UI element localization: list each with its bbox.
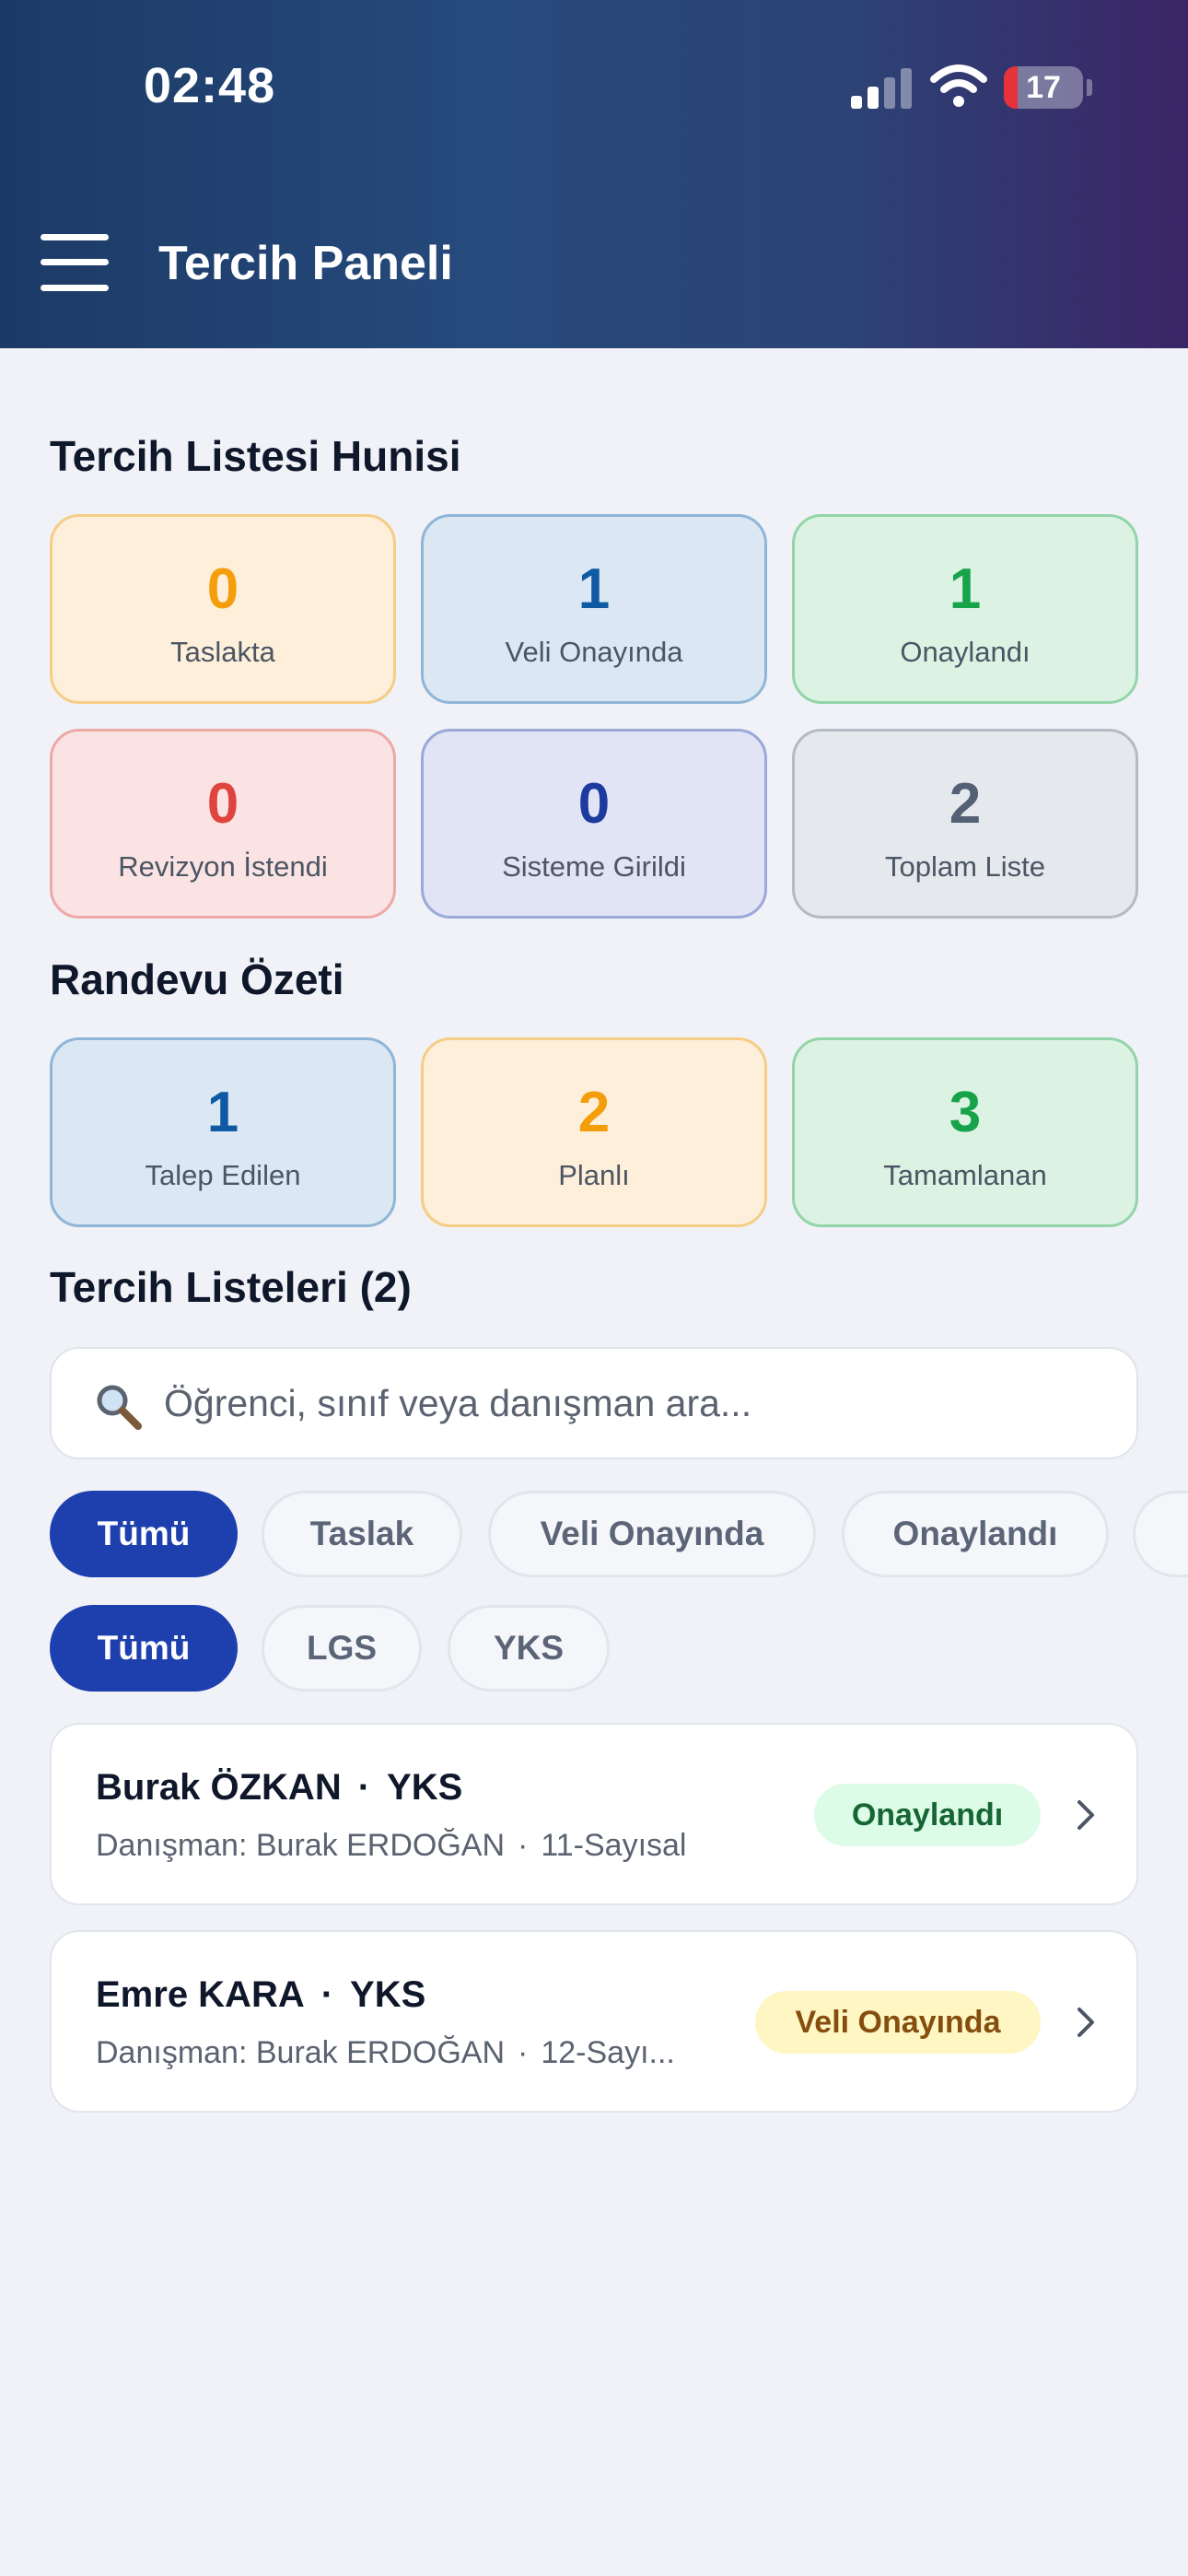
funnel-card-label: Toplam Liste (884, 850, 1046, 883)
status-badge: Onaylandı (814, 1784, 1041, 1846)
appointment-card-planned[interactable]: 2 Planlı (421, 1037, 767, 1227)
lists-section-title: Tercih Listeleri (2) (50, 1263, 412, 1311)
preference-list-item[interactable]: Burak ÖZKAN · YKS Danışman: Burak ERDOĞAN ·… (50, 1723, 1138, 1905)
status-bar: 02:48 17 (0, 0, 1188, 175)
exam-filter-all[interactable]: Tümü (50, 1605, 238, 1692)
student-title: Burak ÖZKAN · YKS (96, 1767, 462, 1809)
appointment-card-value: 1 (206, 1081, 239, 1144)
funnel-card-draft[interactable]: 0 Taslakta (50, 514, 396, 704)
class-name: 11-Sayısal (541, 1828, 687, 1863)
appointment-card-value: 3 (949, 1081, 982, 1144)
status-filter-all[interactable]: Tümü (50, 1491, 238, 1577)
funnel-card-value: 0 (206, 772, 239, 836)
funnel-card-label: Onaylandı (900, 636, 1031, 668)
appointment-card-label: Planlı (558, 1159, 630, 1191)
separator-dot: · (518, 2035, 529, 2070)
advisor-name: Danışman: Burak ERDOĞAN (96, 1828, 506, 1863)
wifi-icon (930, 64, 987, 107)
funnel-card-label: Veli Onayında (505, 636, 683, 668)
appointment-card-requested[interactable]: 1 Talep Edilen (50, 1037, 396, 1227)
funnel-card-parent-approval[interactable]: 1 Veli Onayında (421, 514, 767, 704)
appointment-card-completed[interactable]: 3 Tamamlanan (792, 1037, 1138, 1227)
advisor-name: Danışman: Burak ERDOĞAN (96, 2035, 506, 2070)
student-name: Burak ÖZKAN (96, 1767, 342, 1808)
hamburger-menu-icon[interactable] (41, 234, 109, 291)
exam-type: YKS (350, 1974, 426, 2015)
battery-tip (1087, 79, 1092, 96)
exam-type: YKS (387, 1767, 463, 1808)
funnel-card-value: 1 (577, 557, 611, 621)
funnel-card-total-lists[interactable]: 2 Toplam Liste (792, 729, 1138, 919)
preference-list-item[interactable]: Emre KARA · YKS Danışman: Burak ERDOĞAN · 12… (50, 1930, 1138, 2113)
appointment-card-value: 2 (577, 1081, 611, 1144)
class-name: 12-Sayı... (541, 2035, 675, 2070)
status-filter-more[interactable] (1133, 1491, 1188, 1577)
funnel-card-value: 2 (949, 772, 982, 836)
appointment-card-label: Tamamlanan (883, 1159, 1047, 1191)
status-filter-approved[interactable]: Onaylandı (842, 1491, 1109, 1577)
separator-dot: · (518, 1828, 529, 1863)
funnel-card-approved[interactable]: 1 Onaylandı (792, 514, 1138, 704)
funnel-card-value: 0 (206, 557, 239, 621)
search-icon (97, 1385, 142, 1430)
funnel-card-label: Revizyon İstendi (118, 850, 328, 883)
status-badge: Veli Onayında (755, 1991, 1041, 2054)
cellular-signal-icon (851, 66, 912, 109)
funnel-card-revision-requested[interactable]: 0 Revizyon İstendi (50, 729, 396, 919)
student-name: Emre KARA (96, 1974, 305, 2015)
battery-percentage: 17 (1026, 70, 1061, 105)
status-filter-draft[interactable]: Taslak (262, 1491, 462, 1577)
funnel-card-value: 1 (949, 557, 982, 621)
funnel-card-label: Sisteme Girildi (502, 850, 686, 883)
funnel-section-title: Tercih Listesi Hunisi (50, 432, 461, 480)
funnel-card-label: Taslakta (170, 636, 275, 668)
chevron-right-icon (1077, 1800, 1094, 1830)
funnel-card-entered-system[interactable]: 0 Sisteme Girildi (421, 729, 767, 919)
appointments-section-title: Randevu Özeti (50, 955, 344, 1003)
status-time: 02:48 (144, 58, 276, 113)
exam-filter-yks[interactable]: YKS (448, 1605, 610, 1692)
separator-dot: · (357, 1767, 371, 1808)
student-meta: Danışman: Burak ERDOĞAN · 12-Sayı... (96, 2035, 675, 2071)
exam-filter-lgs[interactable]: LGS (262, 1605, 422, 1692)
app-header: 02:48 17 Tercih Paneli (0, 0, 1188, 348)
student-title: Emre KARA · YKS (96, 1974, 425, 2016)
chevron-right-icon (1077, 2008, 1094, 2037)
page-title: Tercih Paneli (158, 237, 453, 290)
status-filter-parent-approval[interactable]: Veli Onayında (488, 1491, 816, 1577)
search-box[interactable] (50, 1347, 1138, 1459)
separator-dot: · (320, 1974, 334, 2015)
funnel-card-value: 0 (577, 772, 611, 836)
appointment-card-label: Talep Edilen (145, 1159, 301, 1191)
student-meta: Danışman: Burak ERDOĞAN · 11-Sayısal (96, 1828, 686, 1864)
search-input[interactable] (164, 1349, 1103, 1458)
battery-icon: 17 (1004, 66, 1083, 109)
